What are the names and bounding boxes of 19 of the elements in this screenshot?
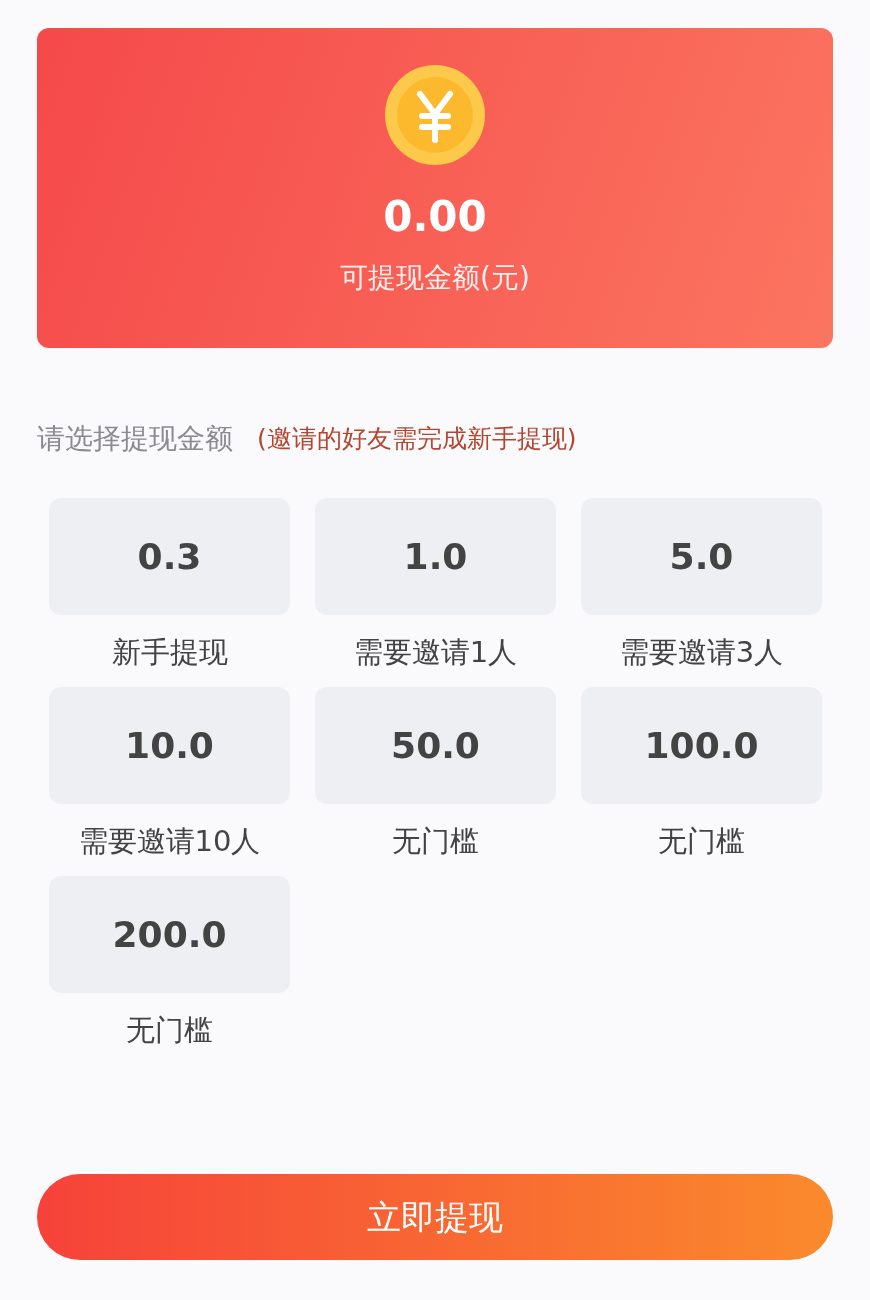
option-condition: 无门槛 xyxy=(392,823,479,860)
amount-option[interactable]: 10.0 xyxy=(49,687,290,804)
option-condition: 新手提现 xyxy=(111,634,228,671)
amount-option[interactable]: 50.0 xyxy=(315,687,556,804)
yuan-coin-icon xyxy=(384,64,486,166)
amount-option[interactable]: 5.0 xyxy=(581,498,822,615)
option-condition: 需要邀请1人 xyxy=(353,634,518,671)
balance-label: 可提现金额(元) xyxy=(340,264,530,292)
amount-option[interactable]: 100.0 xyxy=(581,687,822,804)
section-note: (邀请的好友需完成新手提现) xyxy=(257,423,577,456)
amount-option[interactable]: 200.0 xyxy=(49,876,290,993)
balance-amount: 0.00 xyxy=(383,196,487,238)
amount-option[interactable]: 1.0 xyxy=(315,498,556,615)
option-condition: 需要邀请10人 xyxy=(78,823,261,860)
section-title: 请选择提现金额 xyxy=(37,421,233,457)
option-condition: 无门槛 xyxy=(658,823,745,860)
option-condition: 需要邀请3人 xyxy=(619,634,784,671)
amount-option[interactable]: 0.3 xyxy=(49,498,290,615)
option-condition: 无门槛 xyxy=(126,1012,213,1049)
